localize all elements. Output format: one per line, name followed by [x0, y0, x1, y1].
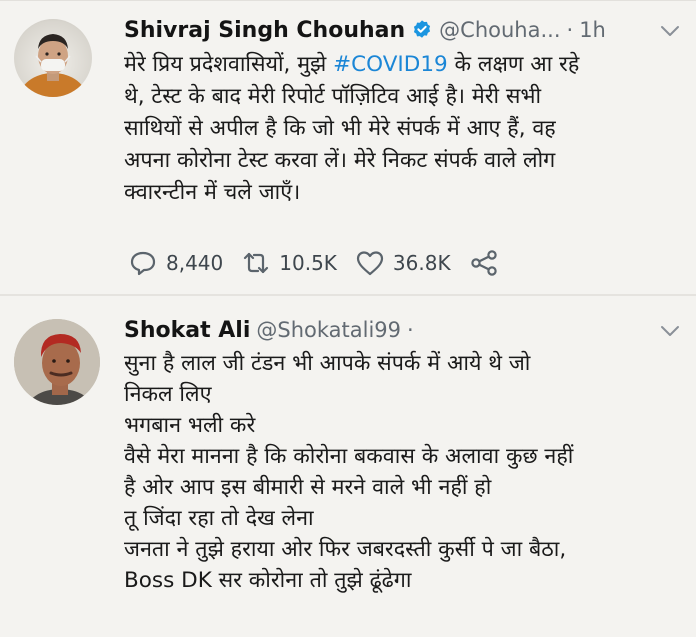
- tweet-line: थे, टेस्ट के बाद मेरी रिपोर्ट पॉज़िटिव आ…: [124, 84, 542, 109]
- tweet-line: है ओर आप इस बीमारी से मरने वाले भी नहीं …: [124, 475, 492, 500]
- chevron-down-icon[interactable]: [658, 19, 682, 43]
- retweet-button[interactable]: 10.5K: [241, 248, 337, 278]
- tweet-divider: [0, 294, 696, 296]
- tweet-line: वैसे मेरा मानना है कि कोरोना बकवास के अल…: [124, 444, 574, 469]
- retweet-count: 10.5K: [279, 251, 337, 275]
- heart-icon: [356, 251, 384, 276]
- verified-badge-icon: [411, 19, 433, 41]
- like-count: 36.8K: [392, 251, 451, 275]
- tweet-header: Shivraj Singh Chouhan @Chouha... · 1h: [124, 15, 606, 45]
- tweet-text: मेरे प्रिय प्रदेशवासियों, मुझे #COVID19 …: [124, 49, 678, 209]
- tweet-line-text: मेरे प्रिय प्रदेशवासियों, मुझे: [124, 52, 334, 77]
- tweet-line: क्वारन्टीन में चले जाएँ।: [124, 180, 301, 205]
- tweet-shivraj[interactable]: Shivraj Singh Chouhan @Chouha... · 1h मे…: [0, 1, 696, 294]
- avatar-shokat-image: [14, 319, 100, 405]
- tweet-line: तू जिंदा रहा तो देख लेना: [124, 506, 314, 531]
- tweet-line: निकल लिए: [124, 382, 212, 407]
- reply-icon: [130, 251, 156, 276]
- reply-count: 8,440: [166, 251, 224, 275]
- tweet-line: अपना कोरोना टेस्ट करवा लें। मेरे निकट सं…: [124, 148, 556, 173]
- chevron-down-icon[interactable]: [658, 319, 682, 343]
- tweet-line: जनता ने तुझे हराया ओर फिर जबरदस्ती कुर्स…: [124, 537, 567, 562]
- separator-dot: ·: [566, 18, 574, 42]
- tweet-line: मेरे प्रिय प्रदेशवासियों, मुझे #COVID19 …: [124, 49, 678, 81]
- share-button[interactable]: [469, 248, 499, 278]
- screenshot-frame: Shivraj Singh Chouhan @Chouha... · 1h मे…: [0, 0, 696, 637]
- tweet-line: Boss DK सर कोरोना तो तुझे ढूंढेगा: [124, 568, 412, 593]
- avatar-shivraj[interactable]: [14, 19, 92, 97]
- tweet-timestamp[interactable]: 1h: [579, 18, 606, 42]
- reply-button[interactable]: 8,440: [128, 248, 223, 278]
- tweet-line: भगबान भली करे: [124, 413, 256, 438]
- tweet-line: सुना है लाल जी टंडन भी आपके संपर्क में आ…: [124, 351, 531, 376]
- author-name-shokat[interactable]: Shokat Ali: [124, 318, 250, 343]
- tweet-line: साथियों से अपील है कि जो भी मेरे संपर्क …: [124, 116, 556, 141]
- tweet-header-shokat: Shokat Ali @Shokatali99 ·: [124, 315, 414, 345]
- separator-dot: ·: [407, 318, 414, 342]
- tweet-text-shokat: सुना है लाल जी टंडन भी आपके संपर्क में आ…: [124, 348, 678, 596]
- tweet-actions: 8,440 10.5K 36.8K: [128, 245, 517, 281]
- retweet-icon: [244, 252, 269, 274]
- tweet-line-text: के लक्षण आ रहे: [447, 52, 580, 77]
- like-button[interactable]: 36.8K: [355, 248, 451, 278]
- author-handle[interactable]: @Chouha...: [439, 18, 560, 42]
- share-icon: [470, 250, 497, 276]
- author-handle-shokat[interactable]: @Shokatali99: [256, 318, 401, 342]
- avatar-shokat[interactable]: [14, 319, 100, 405]
- hashtag-link[interactable]: #COVID19: [333, 52, 448, 77]
- avatar-shivraj-image: [19, 34, 87, 97]
- author-name[interactable]: Shivraj Singh Chouhan: [124, 18, 405, 43]
